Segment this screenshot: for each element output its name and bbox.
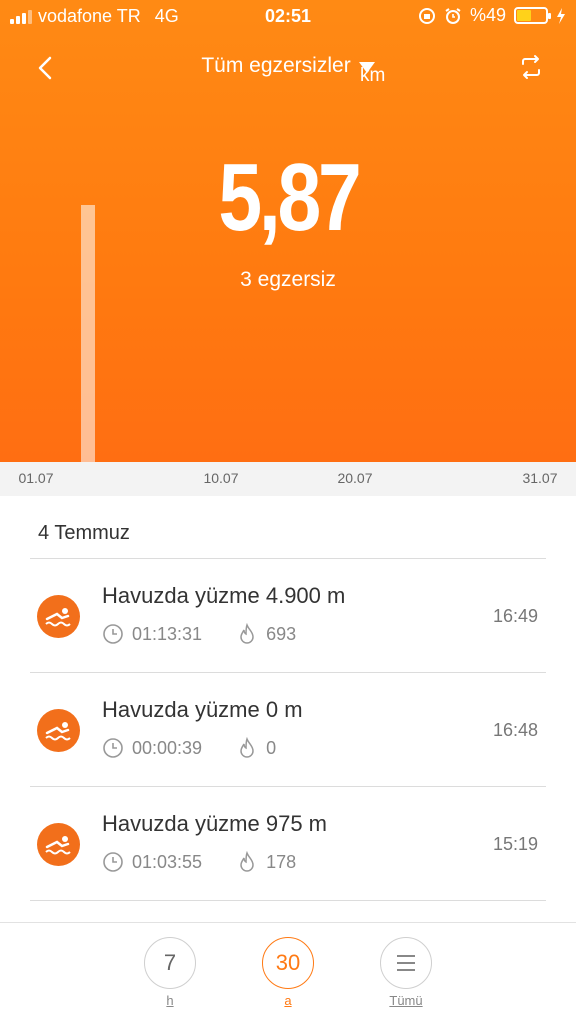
section-date: 4 Temmuz: [38, 522, 130, 544]
nav-bar: Tüm egzersizler: [0, 44, 576, 88]
rotation-lock-icon: [418, 7, 435, 24]
tab-month-label: a: [284, 993, 292, 1008]
workout-filter-dropdown[interactable]: Tüm egzersizler: [0, 54, 576, 78]
workout-duration: 01:13:31: [132, 623, 203, 644]
workout-meta: 01:13:31 693: [102, 623, 330, 645]
flame-icon: [240, 851, 254, 872]
filter-label: Tüm egzersizler: [201, 54, 351, 77]
charging-icon: [557, 7, 565, 24]
workout-list: Havuzda yüzme 4.900 m 01:13:31 693 16:49…: [0, 559, 576, 901]
workout-duration: 00:00:39: [132, 737, 203, 758]
battery-percent: %49: [469, 5, 506, 25]
divider: [30, 900, 546, 901]
tab-month[interactable]: 30 a: [260, 937, 316, 1008]
workout-calories: 693: [266, 623, 297, 644]
x-tick: 10.07: [203, 470, 239, 486]
swimming-icon: [37, 823, 80, 866]
chart-x-axis: 01.07 10.07 20.07 31.07: [0, 462, 576, 496]
workout-meta: 00:00:39 0: [102, 737, 310, 759]
swimming-icon: [37, 595, 80, 638]
tab-all-circle: [380, 937, 432, 989]
total-value: 5,87: [217, 144, 361, 251]
workout-duration: 01:03:55: [132, 851, 203, 872]
flame-icon: [240, 737, 254, 758]
tab-all-label: Tümü: [389, 993, 423, 1008]
clock-icon: [103, 738, 123, 758]
workout-meta: 01:03:55 178: [102, 851, 330, 873]
chart-bar[interactable]: [81, 205, 95, 462]
status-icons: %49: [418, 5, 566, 26]
period-tab-bar: 7 h 30 a Tümü: [0, 922, 576, 1024]
workout-title: Havuzda yüzme 0 m: [102, 697, 303, 722]
list-item[interactable]: Havuzda yüzme 4.900 m 01:13:31 693 16:49: [0, 559, 576, 673]
flame-icon: [240, 623, 254, 644]
tab-week-circle: 7: [144, 937, 196, 989]
tab-week[interactable]: 7 h: [142, 937, 198, 1008]
workout-title: Havuzda yüzme 4.900 m: [102, 583, 346, 608]
list-item[interactable]: Havuzda yüzme 0 m 00:00:39 0 16:48: [0, 673, 576, 787]
battery-icon: [514, 7, 551, 24]
tab-month-circle: 30: [262, 937, 314, 989]
repeat-icon[interactable]: [516, 52, 546, 82]
list-menu-icon: [397, 955, 415, 971]
status-bar: vodafone TR 4G 02:51 %49: [0, 0, 576, 34]
tab-week-label: h: [166, 993, 174, 1008]
summary-header: vodafone TR 4G 02:51 %49 Tüm egzersizler…: [0, 0, 576, 462]
workout-time: 16:48: [492, 720, 538, 740]
workout-time: 15:19: [492, 834, 538, 854]
alarm-icon: [445, 7, 461, 24]
clock-icon: [103, 852, 123, 872]
workout-title: Havuzda yüzme 975 m: [102, 811, 327, 836]
clock-icon: [103, 624, 123, 644]
x-tick: 31.07: [522, 470, 558, 486]
tab-all[interactable]: Tümü: [378, 937, 434, 1008]
workout-time: 16:49: [492, 606, 538, 626]
workout-calories: 0: [266, 737, 277, 758]
total-unit: km: [360, 65, 386, 86]
list-item[interactable]: Havuzda yüzme 975 m 01:03:55 178 15:19: [0, 787, 576, 901]
x-tick: 20.07: [337, 470, 373, 486]
x-tick: 01.07: [18, 470, 54, 486]
swimming-icon: [37, 709, 80, 752]
workout-calories: 178: [266, 851, 297, 872]
